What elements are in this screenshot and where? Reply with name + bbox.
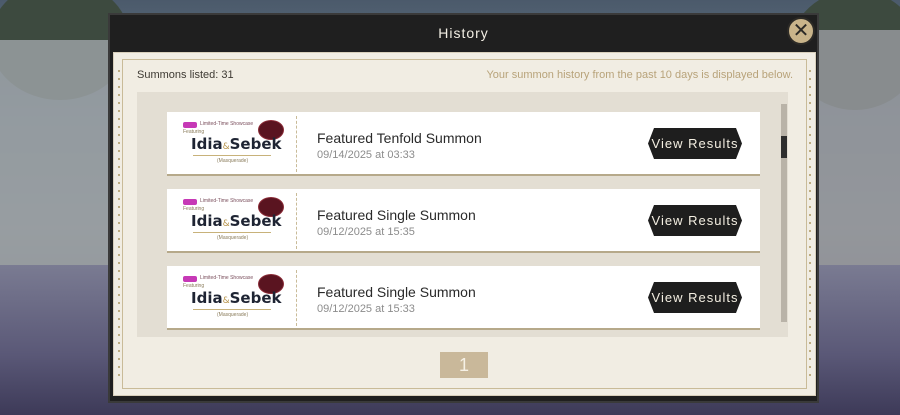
row-divider: [296, 193, 297, 249]
summon-date: 09/12/2025 at 15:33: [317, 303, 415, 315]
scrollbar-thumb[interactable]: [781, 136, 787, 158]
banner-name: Idia&Sebek: [191, 289, 282, 307]
limited-tag-icon: [183, 122, 197, 128]
banner-name-b: Sebek: [229, 135, 282, 153]
history-row: Limited-Time Showcase Featuring Idia&Seb…: [167, 266, 760, 330]
summon-date: 09/14/2025 at 03:33: [317, 149, 415, 161]
history-notice: Your summon history from the past 10 day…: [486, 69, 793, 81]
banner-rule: [193, 309, 271, 310]
banner-name-a: Idia: [191, 212, 223, 230]
banner-name-b: Sebek: [229, 289, 282, 307]
page-number-button[interactable]: 1: [440, 352, 488, 378]
banner-tag-text: Limited-Time Showcase: [200, 121, 254, 127]
banner-tag-text: Limited-Time Showcase: [200, 275, 254, 281]
banner-thumbnail: Limited-Time Showcase Featuring Idia&Seb…: [173, 195, 289, 247]
dotted-border: [118, 67, 120, 381]
row-divider: [296, 116, 297, 172]
summons-count: Summons listed: 31: [137, 69, 234, 81]
banner-subtitle: (Masquerade): [217, 235, 249, 241]
banner-name-b: Sebek: [229, 212, 282, 230]
banner-subtitle: (Masquerade): [217, 158, 249, 164]
row-divider: [296, 270, 297, 326]
banner-name-a: Idia: [191, 135, 223, 153]
summon-title: Featured Single Summon: [317, 284, 476, 300]
view-results-button[interactable]: View Results: [648, 282, 742, 313]
view-results-button[interactable]: View Results: [648, 205, 742, 236]
limited-tag-icon: [183, 276, 197, 282]
banner-name-a: Idia: [191, 289, 223, 307]
close-button[interactable]: ✕: [787, 17, 815, 45]
summon-date: 09/12/2025 at 15:35: [317, 226, 415, 238]
close-icon: ✕: [792, 20, 810, 42]
banner-amp: &: [222, 219, 230, 229]
modal-title: History: [438, 25, 489, 41]
summon-title: Featured Tenfold Summon: [317, 130, 482, 146]
limited-tag-icon: [183, 199, 197, 205]
banner-amp: &: [222, 142, 230, 152]
banner-name: Idia&Sebek: [191, 135, 282, 153]
history-row: Limited-Time Showcase Featuring Idia&Seb…: [167, 189, 760, 253]
dotted-border: [809, 67, 811, 381]
banner-rule: [193, 232, 271, 233]
history-row: Limited-Time Showcase Featuring Idia&Seb…: [167, 112, 760, 176]
banner-amp: &: [222, 296, 230, 306]
banner-rule: [193, 155, 271, 156]
banner-tag-text: Limited-Time Showcase: [200, 198, 254, 204]
background-building: [810, 30, 900, 280]
banner-thumbnail: Limited-Time Showcase Featuring Idia&Seb…: [173, 118, 289, 170]
banner-subtitle: (Masquerade): [217, 312, 249, 318]
background-building: [0, 40, 115, 280]
banner-thumbnail: Limited-Time Showcase Featuring Idia&Seb…: [173, 272, 289, 324]
view-results-button[interactable]: View Results: [648, 128, 742, 159]
banner-name: Idia&Sebek: [191, 212, 282, 230]
summon-title: Featured Single Summon: [317, 207, 476, 223]
summon-history-list[interactable]: Limited-Time Showcase Featuring Idia&Seb…: [137, 92, 788, 337]
